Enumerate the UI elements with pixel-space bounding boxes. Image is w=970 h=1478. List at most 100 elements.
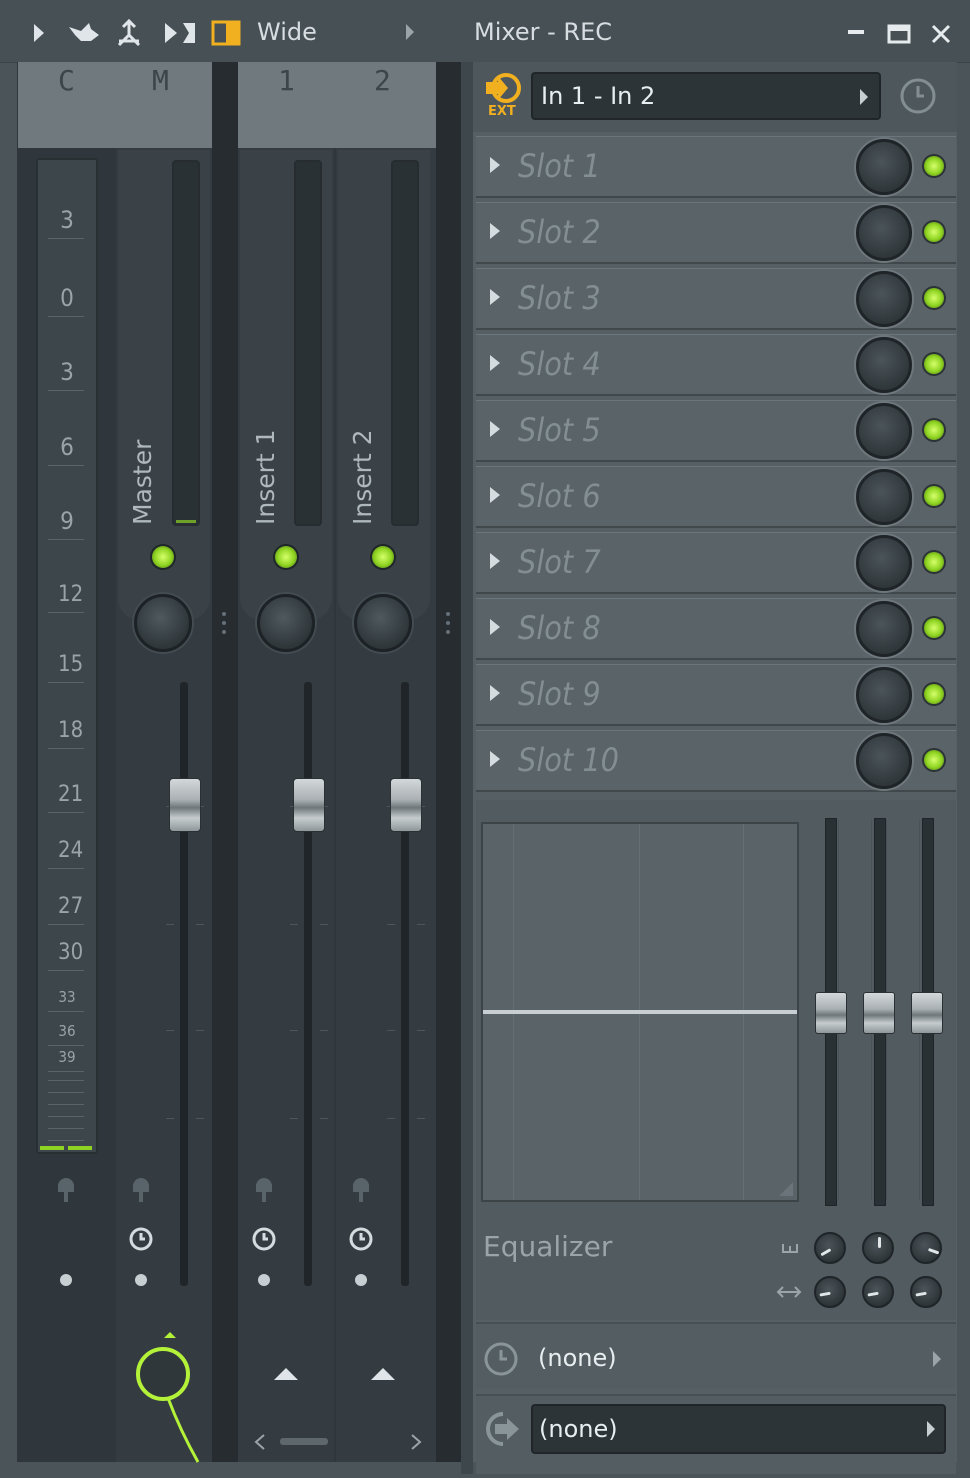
- slot-enable-led[interactable]: [924, 684, 944, 704]
- record-arm-icon[interactable]: [53, 1178, 79, 1204]
- fx-slot[interactable]: Slot 3: [476, 268, 956, 330]
- master-latency-clock-icon[interactable]: [128, 1226, 154, 1252]
- insert-2-enable-led[interactable]: [372, 546, 394, 568]
- slot-enable-led[interactable]: [924, 156, 944, 176]
- insert-2-latency-clock-icon[interactable]: [348, 1226, 374, 1252]
- eq-low-freq-knob[interactable]: [814, 1232, 846, 1264]
- scroll-right-icon[interactable]: [408, 1432, 424, 1452]
- strip-header-master[interactable]: [18, 62, 212, 148]
- insert-1-fader-track[interactable]: [304, 682, 312, 1286]
- slot-mix-knob[interactable]: [856, 205, 912, 261]
- latency-arrow-icon[interactable]: [932, 1350, 942, 1368]
- slot-enable-led[interactable]: [924, 552, 944, 572]
- fx-slot[interactable]: Slot 7: [476, 532, 956, 594]
- insert-2-pan-knob[interactable]: [354, 594, 412, 652]
- master-record-arm-icon[interactable]: [128, 1178, 154, 1204]
- fx-slot[interactable]: Slot 1: [476, 136, 956, 198]
- insert-1-select-dot[interactable]: [258, 1274, 270, 1286]
- strip-name-master[interactable]: Master: [128, 440, 157, 525]
- slot-mix-knob[interactable]: [856, 139, 912, 195]
- insert-2-route-arrow-icon[interactable]: [369, 1364, 397, 1382]
- slot-enable-led[interactable]: [924, 618, 944, 638]
- slot-mix-knob[interactable]: [856, 733, 912, 789]
- insert-1-fader[interactable]: [293, 778, 325, 832]
- horizontal-scrollbar[interactable]: [280, 1438, 328, 1445]
- eq-mid-freq-knob[interactable]: [862, 1232, 894, 1264]
- slot-expand-icon[interactable]: [490, 223, 500, 239]
- bird-icon[interactable]: [66, 18, 102, 48]
- play-arrow-icon[interactable]: [24, 18, 54, 48]
- eq-high-bw-knob[interactable]: [910, 1276, 942, 1308]
- maximize-icon[interactable]: [885, 20, 913, 48]
- insert-2-record-arm-icon[interactable]: [348, 1178, 374, 1204]
- eq-mid-bw-knob[interactable]: [862, 1276, 894, 1308]
- latency-clock-icon[interactable]: [482, 1340, 520, 1378]
- strip-name-insert-1[interactable]: Insert 1: [251, 429, 280, 525]
- master-fader[interactable]: [169, 778, 201, 832]
- latency-row[interactable]: (none): [476, 1322, 956, 1388]
- slot-expand-icon[interactable]: [490, 289, 500, 305]
- strip-name-insert-2[interactable]: Insert 2: [348, 429, 377, 525]
- insert-1-pan-knob[interactable]: [257, 594, 315, 652]
- insert-1-latency-clock-icon[interactable]: [251, 1226, 277, 1252]
- resize-corner-icon[interactable]: [777, 1180, 795, 1198]
- slot-enable-led[interactable]: [924, 420, 944, 440]
- view-mode-label[interactable]: Wide: [257, 18, 317, 46]
- insert-1-enable-led[interactable]: [275, 546, 297, 568]
- slot-expand-icon[interactable]: [490, 619, 500, 635]
- fx-slot[interactable]: Slot 8: [476, 598, 956, 660]
- resize-grip[interactable]: [222, 612, 230, 634]
- slot-expand-icon[interactable]: [490, 355, 500, 371]
- slot-enable-led[interactable]: [924, 486, 944, 506]
- slot-mix-knob[interactable]: [856, 535, 912, 591]
- fx-slot[interactable]: Slot 6: [476, 466, 956, 528]
- eq-low-slider[interactable]: [815, 992, 847, 1034]
- insert-1-record-arm-icon[interactable]: [251, 1178, 277, 1204]
- output-select[interactable]: (none): [531, 1404, 946, 1454]
- send-icon[interactable]: [162, 18, 198, 48]
- slot-mix-knob[interactable]: [856, 403, 912, 459]
- slot-mix-knob[interactable]: [856, 469, 912, 525]
- slot-expand-icon[interactable]: [490, 685, 500, 701]
- slot-enable-led[interactable]: [924, 354, 944, 374]
- master-fader-track[interactable]: [180, 682, 188, 1286]
- slot-mix-knob[interactable]: [856, 667, 912, 723]
- insert-2-fader-track[interactable]: [401, 682, 409, 1286]
- eq-high-slider[interactable]: [911, 992, 943, 1034]
- eq-graph[interactable]: [481, 822, 799, 1202]
- slot-expand-icon[interactable]: [490, 487, 500, 503]
- fx-slot[interactable]: Slot 4: [476, 334, 956, 396]
- scroll-left-icon[interactable]: [252, 1432, 268, 1452]
- slot-mix-knob[interactable]: [856, 601, 912, 657]
- insert-2-fader[interactable]: [390, 778, 422, 832]
- slot-enable-led[interactable]: [924, 288, 944, 308]
- strip-header-inserts[interactable]: [238, 62, 436, 148]
- insert-2-select-dot[interactable]: [355, 1274, 367, 1286]
- fx-slot[interactable]: Slot 5: [476, 400, 956, 462]
- layout-icon[interactable]: [211, 18, 241, 48]
- input-select[interactable]: In 1 - In 2: [531, 72, 881, 120]
- fx-slot[interactable]: Slot 9: [476, 664, 956, 726]
- eq-high-freq-knob[interactable]: [910, 1232, 942, 1264]
- master-route-indicator[interactable]: [134, 1330, 212, 1474]
- strip-select-dot[interactable]: [60, 1274, 72, 1286]
- master-enable-led[interactable]: [152, 546, 174, 568]
- resize-grip[interactable]: [446, 612, 454, 634]
- eq-mid-slider[interactable]: [863, 992, 895, 1034]
- fx-slot[interactable]: Slot 2: [476, 202, 956, 264]
- ext-input-icon[interactable]: EXT: [482, 70, 524, 122]
- close-icon[interactable]: [927, 20, 955, 48]
- slot-enable-led[interactable]: [924, 750, 944, 770]
- pin-icon[interactable]: [114, 18, 144, 48]
- input-latency-clock-icon[interactable]: [898, 76, 938, 116]
- slot-expand-icon[interactable]: [490, 751, 500, 767]
- slot-enable-led[interactable]: [924, 222, 944, 242]
- eq-low-bw-knob[interactable]: [814, 1276, 846, 1308]
- insert-1-route-arrow-icon[interactable]: [272, 1364, 300, 1382]
- slot-mix-knob[interactable]: [856, 337, 912, 393]
- slot-expand-icon[interactable]: [490, 157, 500, 173]
- minimize-icon[interactable]: [842, 20, 870, 48]
- slot-expand-icon[interactable]: [490, 421, 500, 437]
- menu-arrow-icon[interactable]: [404, 22, 416, 46]
- master-pan-knob[interactable]: [134, 594, 192, 652]
